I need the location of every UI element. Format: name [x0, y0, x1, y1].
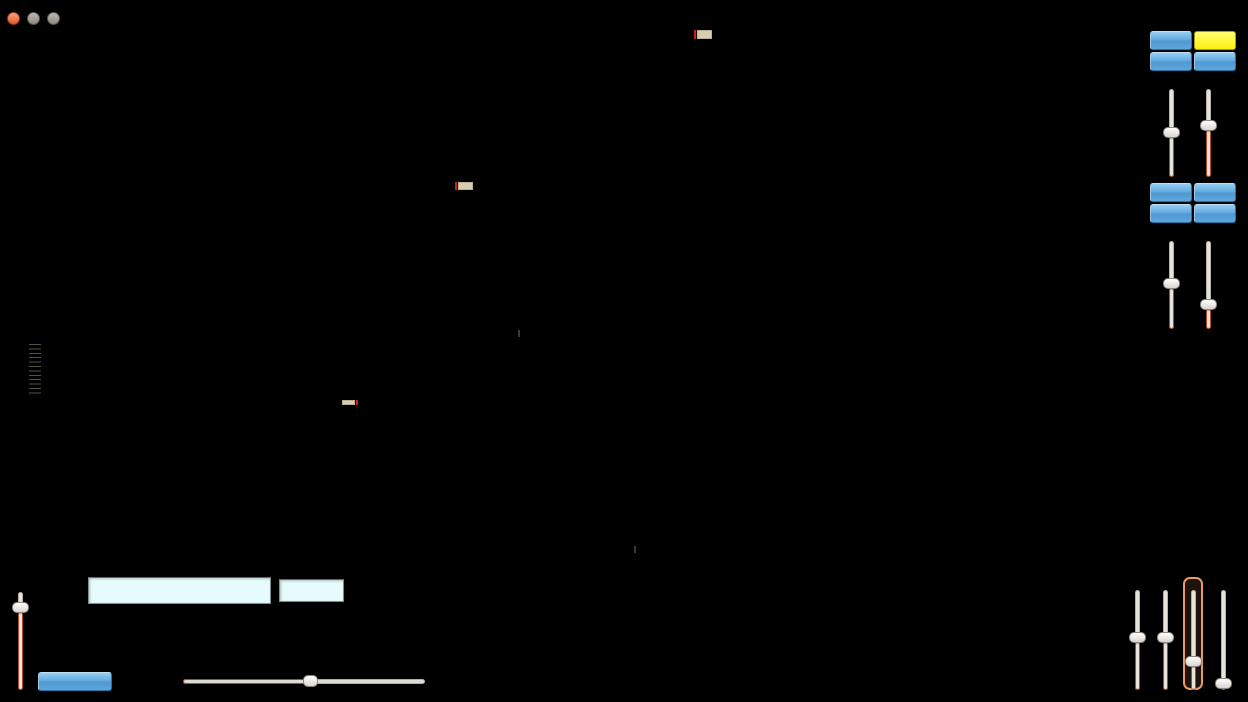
waterfall-17m[interactable]: [40, 39, 1133, 149]
frequency-display: [88, 577, 271, 604]
rx1-button[interactable]: [1150, 183, 1192, 202]
rx2-button[interactable]: [1150, 31, 1192, 50]
ys-slider[interactable]: [1157, 632, 1174, 643]
rx2-up-button[interactable]: [1194, 52, 1236, 71]
rfagc-button[interactable]: [38, 672, 112, 691]
rx1-ys-slider[interactable]: [1163, 278, 1180, 289]
station-marker-tick: [634, 546, 636, 553]
station-marker-tick: [518, 330, 520, 337]
rx2-yz-slider[interactable]: [1200, 120, 1217, 131]
graph-axis-ticks: [29, 344, 41, 396]
zo-slider[interactable]: [1215, 678, 1232, 689]
rx1-yz-slider[interactable]: [1200, 299, 1217, 310]
waterfall-20m[interactable]: [40, 190, 1133, 302]
yz-slider[interactable]: [1185, 656, 1202, 667]
rx2-play-button[interactable]: [1194, 31, 1236, 50]
tune-indicator-17m: [0, 30, 1248, 39]
waterfall-40m[interactable]: [40, 405, 1230, 518]
frequency-scale-20m[interactable]: [40, 302, 1133, 330]
rflna-slider[interactable]: [303, 675, 318, 687]
rx1-play-button[interactable]: [1194, 183, 1236, 202]
rit-slider[interactable]: [1129, 632, 1146, 643]
frequency-scale-40m[interactable]: [40, 518, 1230, 546]
rx1-down-button[interactable]: [1150, 204, 1192, 223]
tune-indicator-20m: [0, 182, 1248, 190]
rx1-up-button[interactable]: [1194, 204, 1236, 223]
frequency-scale-17m[interactable]: [40, 149, 1133, 177]
titlebar: [0, 7, 1248, 29]
close-icon[interactable]: [7, 12, 20, 25]
main-area: [0, 29, 1248, 572]
rx2-ys-slider[interactable]: [1163, 127, 1180, 138]
rx2-down-button[interactable]: [1150, 52, 1192, 71]
vol-slider[interactable]: [12, 602, 29, 613]
control-panel: [0, 572, 1248, 693]
minimize-icon[interactable]: [27, 12, 40, 25]
frequency-entry[interactable]: [279, 579, 344, 602]
spectrum-graph[interactable]: [42, 340, 1245, 400]
bottom-black-strip: [0, 693, 1248, 702]
maximize-icon[interactable]: [47, 12, 60, 25]
quisk-window: [0, 0, 1248, 702]
